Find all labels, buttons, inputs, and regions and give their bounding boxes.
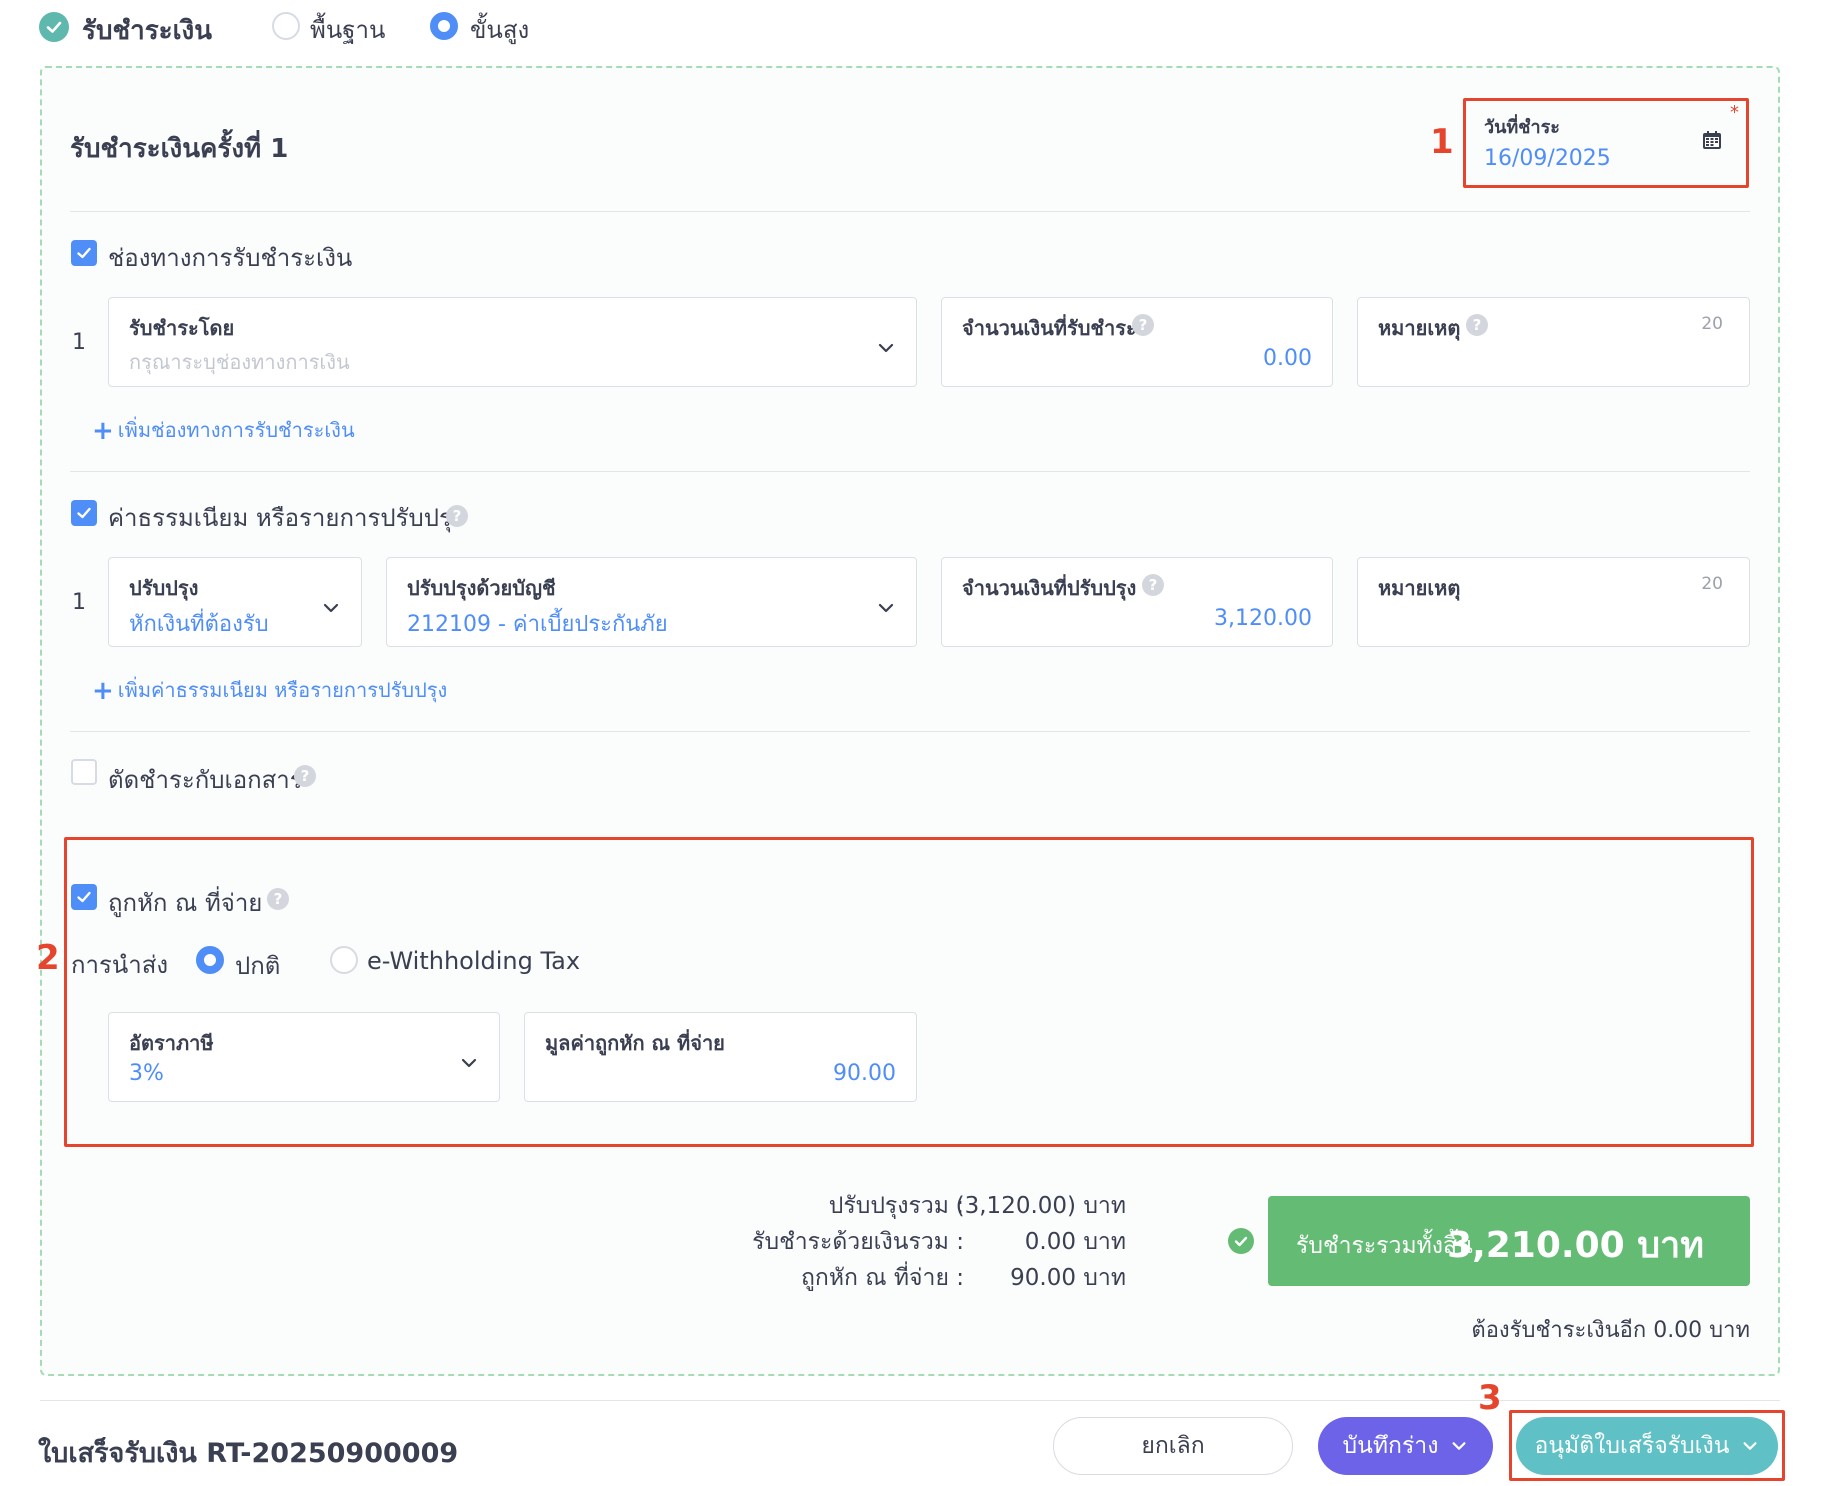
delivery-normal-label[interactable]: ปกติ bbox=[235, 946, 280, 985]
fees-checkbox[interactable] bbox=[71, 500, 97, 526]
payment-method-label: รับชำระโดย bbox=[129, 316, 235, 340]
wht-total-label: ถูกหัก ณ ที่จ่าย : bbox=[801, 1265, 964, 1291]
annotation-marker-1: 1 bbox=[1430, 122, 1454, 162]
adjust-amount-label: จำนวนเงินที่ปรับปรุง bbox=[962, 576, 1137, 600]
received-amount-value[interactable]: 0.00 bbox=[1263, 346, 1312, 371]
delivery-label: การนำส่ง bbox=[71, 951, 169, 979]
mode-advanced-radio[interactable] bbox=[430, 12, 458, 40]
fee-note-counter: 20 bbox=[1701, 574, 1723, 594]
channels-title: ช่องทางการรับชำระเงิน bbox=[108, 244, 353, 272]
adjust-account-label: ปรับปรุงด้วยบัญชี bbox=[407, 576, 556, 600]
save-draft-button[interactable]: บันทึกร่าง bbox=[1318, 1417, 1493, 1475]
received-amount-field[interactable]: จำนวนเงินที่รับชำระ ? 0.00 bbox=[941, 297, 1333, 387]
divider bbox=[70, 731, 1750, 732]
chevron-down-icon bbox=[878, 603, 894, 613]
calendar-icon[interactable] bbox=[1702, 130, 1722, 154]
checkbox-check-icon bbox=[77, 247, 91, 259]
mode-basic-label[interactable]: พื้นฐาน bbox=[310, 10, 385, 49]
remaining-amount: ต้องรับชำระเงินอีก 0.00 บาท bbox=[1471, 1318, 1750, 1343]
help-icon[interactable]: ? bbox=[1466, 314, 1488, 336]
withholding-amount-value[interactable]: 90.00 bbox=[833, 1061, 896, 1086]
check-circle-icon bbox=[39, 12, 69, 42]
withholding-title: ถูกหัก ณ ที่จ่าย bbox=[108, 889, 263, 917]
tax-rate-label: อัตราภาษี bbox=[129, 1031, 214, 1055]
fees-title: ค่าธรรมเนียม หรือรายการปรับปรุง bbox=[108, 504, 464, 532]
help-icon[interactable]: ? bbox=[267, 888, 289, 910]
payment-date-value[interactable]: 16/09/2025 bbox=[1484, 146, 1611, 171]
withholding-checkbox[interactable] bbox=[71, 884, 97, 910]
adjust-total-value: (3,120.00) บาท bbox=[955, 1193, 1126, 1219]
annotation-marker-3: 3 bbox=[1478, 1378, 1502, 1418]
tax-rate-value[interactable]: 3% bbox=[129, 1061, 164, 1086]
offset-checkbox[interactable] bbox=[71, 759, 97, 785]
channel-row-number: 1 bbox=[72, 330, 86, 355]
payment-method-select[interactable]: รับชำระโดย กรุณาระบุช่องทางการเงิน bbox=[108, 297, 917, 387]
fee-note-label: หมายเหตุ bbox=[1378, 576, 1461, 600]
wht-total-value: 90.00 บาท bbox=[1010, 1265, 1126, 1291]
payment-section-title: รับชำระเงินครั้งที่ 1 bbox=[70, 134, 289, 164]
help-icon[interactable]: ? bbox=[1142, 574, 1164, 596]
help-icon[interactable]: ? bbox=[446, 505, 468, 527]
delivery-ewht-radio[interactable] bbox=[330, 946, 358, 974]
channel-note-counter: 20 bbox=[1701, 314, 1723, 334]
grand-total-box: รับชำระรวมทั้งสิ้น 3,210.00 บาท bbox=[1268, 1196, 1750, 1286]
footer-divider bbox=[40, 1400, 1780, 1401]
mode-basic-radio[interactable] bbox=[272, 12, 300, 40]
chevron-down-icon bbox=[461, 1058, 477, 1068]
document-title: ใบเสร็จรับเงิน RT-20250900009 bbox=[38, 1438, 459, 1469]
adjust-account-select[interactable]: ปรับปรุงด้วยบัญชี 212109 - ค่าเบี้ยประกั… bbox=[386, 557, 917, 647]
check-circle-icon bbox=[1228, 1228, 1254, 1254]
adjust-type-value[interactable]: หักเงินที่ต้องรับ bbox=[129, 606, 269, 641]
adjust-type-label: ปรับปรุง bbox=[129, 576, 199, 600]
fee-row-number: 1 bbox=[72, 590, 86, 615]
page-title: รับชำระเงิน bbox=[82, 16, 212, 46]
fee-note-field[interactable]: หมายเหตุ 20 bbox=[1357, 557, 1750, 647]
cash-total-value: 0.00 บาท bbox=[1024, 1229, 1126, 1255]
chevron-down-icon bbox=[323, 603, 339, 613]
checkbox-check-icon bbox=[77, 507, 91, 519]
plus-icon: + bbox=[92, 676, 114, 706]
tax-rate-select[interactable]: อัตราภาษี 3% bbox=[108, 1012, 500, 1102]
divider bbox=[70, 471, 1750, 472]
cancel-button[interactable]: ยกเลิก bbox=[1053, 1417, 1293, 1475]
adjust-amount-value[interactable]: 3,120.00 bbox=[1214, 606, 1312, 631]
chevron-down-icon bbox=[1744, 1442, 1757, 1450]
channel-note-label: หมายเหตุ bbox=[1378, 316, 1461, 340]
help-icon[interactable]: ? bbox=[294, 765, 316, 787]
payment-method-placeholder: กรุณาระบุช่องทางการเงิน bbox=[129, 350, 350, 374]
annotation-marker-2: 2 bbox=[36, 938, 60, 978]
withholding-amount-field[interactable]: มูลค่าถูกหัก ณ ที่จ่าย 90.00 bbox=[524, 1012, 917, 1102]
adjust-type-select[interactable]: ปรับปรุง หักเงินที่ต้องรับ bbox=[108, 557, 362, 647]
delivery-ewht-label[interactable]: e-Withholding Tax bbox=[367, 947, 580, 975]
channel-note-field[interactable]: หมายเหตุ ? 20 bbox=[1357, 297, 1750, 387]
offset-title: ตัดชำระกับเอกสาร bbox=[108, 766, 303, 794]
required-mark: * bbox=[1730, 102, 1739, 123]
payment-date-field[interactable]: วันที่ชำระ 16/09/2025 * bbox=[1474, 102, 1739, 178]
chevron-down-icon bbox=[878, 343, 894, 353]
adjust-amount-field[interactable]: จำนวนเงินที่ปรับปรุง ? 3,120.00 bbox=[941, 557, 1333, 647]
divider bbox=[70, 211, 1750, 212]
add-fee-link[interactable]: + เพิ่มค่าธรรมเนียม หรือรายการปรับปรุง bbox=[92, 674, 447, 706]
approve-receipt-button[interactable]: อนุมัติใบเสร็จรับเงิน bbox=[1516, 1417, 1778, 1475]
chevron-down-icon bbox=[1452, 1442, 1466, 1450]
withholding-amount-label: มูลค่าถูกหัก ณ ที่จ่าย bbox=[545, 1031, 725, 1055]
plus-icon: + bbox=[92, 416, 114, 446]
received-amount-label: จำนวนเงินที่รับชำระ bbox=[962, 316, 1137, 340]
channels-checkbox[interactable] bbox=[71, 240, 97, 266]
help-icon[interactable]: ? bbox=[1132, 314, 1154, 336]
grand-total-value: 3,210.00 บาท bbox=[1447, 1225, 1704, 1266]
delivery-normal-radio[interactable] bbox=[196, 946, 224, 974]
checkbox-check-icon bbox=[77, 891, 91, 903]
cash-total-label: รับชำระด้วยเงินรวม : bbox=[752, 1229, 964, 1255]
mode-advanced-label[interactable]: ขั้นสูง bbox=[470, 10, 529, 49]
adjust-account-value[interactable]: 212109 - ค่าเบี้ยประกันภัย bbox=[407, 606, 668, 641]
add-payment-channel-link[interactable]: + เพิ่มช่องทางการรับชำระเงิน bbox=[92, 414, 355, 446]
payment-date-label: วันที่ชำระ bbox=[1484, 117, 1560, 138]
adjust-total-label: ปรับปรุงรวม : bbox=[828, 1193, 964, 1219]
